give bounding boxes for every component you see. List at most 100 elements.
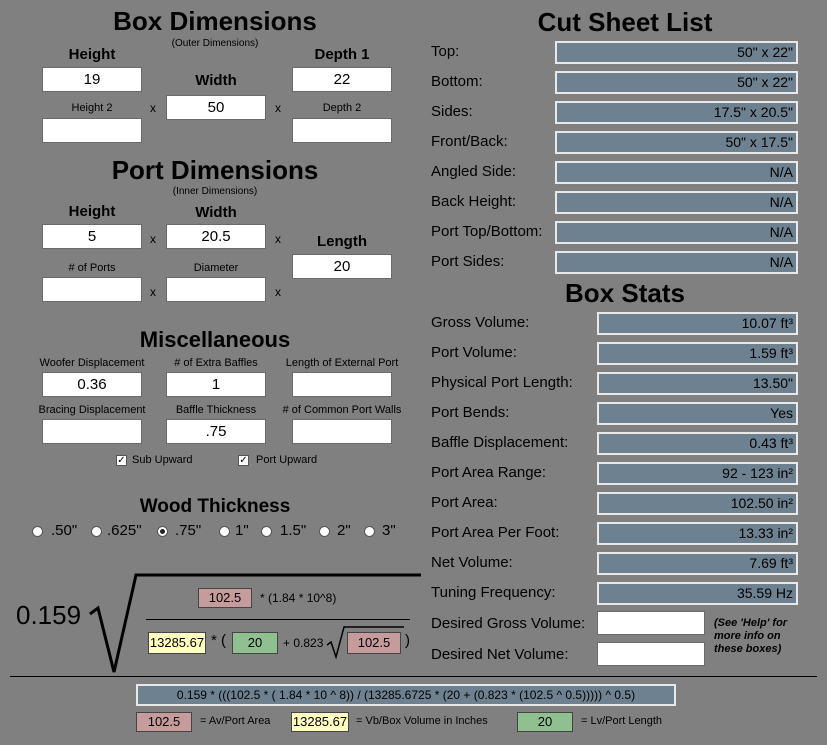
wood-radio-6[interactable] — [319, 526, 330, 537]
box-stats-row-label: Port Area: — [431, 494, 498, 511]
wood-radio-2[interactable] — [91, 526, 102, 537]
box-height2-input[interactable] — [42, 118, 142, 143]
legend-av-label: = Av/Port Area — [200, 715, 271, 727]
box-stats-row-label: Port Area Per Foot: — [431, 524, 560, 541]
box-width-label: Width — [195, 72, 237, 89]
desired-gross-input[interactable] — [597, 611, 705, 635]
cut-sheet-row-value: N/A — [555, 191, 798, 214]
legend-lv-label: = Lv/Port Length — [581, 715, 663, 727]
desired-net-input[interactable] — [597, 642, 705, 666]
port-length-input[interactable]: 20 — [292, 254, 392, 279]
legend-vb-box: 13285.67 — [291, 712, 349, 732]
formula-close-paren: ) — [405, 632, 410, 649]
box-height2-label: Height 2 — [71, 102, 113, 114]
port-diameter-label: Diameter — [193, 262, 239, 274]
external-port-label: Length of External Port — [285, 357, 399, 369]
box-stats-row-label: Physical Port Length: — [431, 374, 573, 391]
sub-upward-label: Sub Upward — [132, 454, 193, 466]
port-length-label: Length — [317, 233, 367, 250]
cut-sheet-row-label: Top: — [431, 43, 460, 60]
cut-sheet-row-value: 50" x 22" — [555, 41, 798, 64]
wood-radio-3[interactable] — [157, 526, 168, 537]
cut-sheet-row-value: N/A — [555, 161, 798, 184]
box-height-label: Height — [68, 46, 116, 63]
box-stats-row-value: 0.43 ft³ — [597, 432, 798, 455]
port-dimensions-subtitle: (Inner Dimensions) — [172, 186, 258, 197]
port-diameter-input[interactable] — [166, 277, 266, 302]
port-upward-checkbox[interactable]: ✓ — [238, 455, 249, 466]
wood-radio-5[interactable] — [261, 526, 272, 537]
wood-option-label-7: 3" — [382, 522, 396, 539]
port-x-1: x — [150, 232, 156, 246]
woofer-displacement-label: Woofer Displacement — [39, 357, 145, 369]
port-height-input[interactable]: 5 — [42, 224, 142, 249]
legend-lv-box: 20 — [517, 712, 573, 732]
wood-option-label-2: .625" — [107, 522, 142, 539]
box-stats-row-label: Port Volume: — [431, 344, 517, 361]
formula-vb-box: 13285.67 — [148, 632, 206, 654]
port-dimensions-title: Port Dimensions — [111, 155, 319, 185]
box-stats-row-label: Gross Volume: — [431, 314, 530, 331]
box-stats-row-label: Baffle Displacement: — [431, 434, 569, 451]
wood-option-label-3: .75" — [175, 522, 202, 539]
formula-fraction-line — [146, 619, 410, 620]
baffle-thickness-input[interactable]: .75 — [166, 419, 266, 444]
cut-sheet-row-label: Angled Side: — [431, 163, 517, 180]
common-port-walls-input[interactable] — [292, 419, 392, 444]
box-width-input[interactable]: 50 — [166, 95, 266, 120]
wood-radio-1[interactable] — [32, 526, 43, 537]
box-depth1-input[interactable]: 22 — [292, 67, 392, 92]
wood-thickness-options: .50" .625" .75" 1" 1.5" 2" 3" — [32, 522, 412, 542]
box-dimensions-title: Box Dimensions — [113, 6, 317, 36]
formula-star-paren: * ( — [211, 632, 226, 649]
box-x-1: x — [150, 101, 156, 115]
bracing-displacement-label: Bracing Displacement — [38, 404, 146, 416]
cut-sheet-title: Cut Sheet List — [537, 7, 713, 37]
box-stats-row-value: 13.50" — [597, 372, 798, 395]
common-port-walls-label: # of Common Port Walls — [282, 404, 402, 416]
box-height-input[interactable]: 19 — [42, 67, 142, 92]
wood-option-label-1: .50" — [51, 522, 78, 539]
port-width-input[interactable]: 20.5 — [166, 224, 266, 249]
cut-sheet-row-value: 50" x 22" — [555, 71, 798, 94]
formula-av2-box: 102.5 — [347, 632, 401, 654]
cut-sheet-row-value: N/A — [555, 221, 798, 244]
external-port-input[interactable] — [292, 372, 392, 397]
port-count-label: # of Ports — [68, 262, 116, 274]
cut-sheet-row-label: Sides: — [431, 103, 473, 120]
box-depth2-label: Depth 2 — [322, 102, 362, 114]
wood-option-label-4: 1" — [235, 522, 249, 539]
cut-sheet-row-label: Port Sides: — [431, 253, 505, 270]
wood-radio-4[interactable] — [219, 526, 230, 537]
box-x-2: x — [275, 101, 281, 115]
box-stats-row-value: 102.50 in² — [597, 492, 798, 515]
extra-baffles-input[interactable]: 1 — [166, 372, 266, 397]
wood-option-label-6: 2" — [337, 522, 351, 539]
cut-sheet-row-label: Front/Back: — [431, 133, 508, 150]
port-count-input[interactable] — [42, 277, 142, 302]
formula-numerator-text: * (1.84 * 10^8) — [260, 591, 337, 605]
port-width-label: Width — [195, 204, 237, 221]
woofer-displacement-input[interactable]: 0.36 — [42, 372, 142, 397]
box-depth2-input[interactable] — [292, 118, 392, 143]
baffle-thickness-label: Baffle Thickness — [175, 404, 257, 416]
cut-sheet-row-value: 17.5" x 20.5" — [555, 101, 798, 124]
box-stats-row-label: Port Area Range: — [431, 464, 547, 481]
legend-vb-label: = Vb/Box Volume in Inches — [356, 715, 488, 727]
formula-expression-box: 0.159 * (((102.5 * ( 1.84 * 10 ^ 8)) / (… — [136, 684, 676, 706]
port-upward-label: Port Upward — [256, 454, 318, 466]
box-stats-row-value: Yes — [597, 402, 798, 425]
box-stats-row-value: 35.59 Hz — [597, 582, 798, 605]
box-stats-row-value: 92 - 123 in² — [597, 462, 798, 485]
port-height-label: Height — [68, 203, 116, 220]
box-stats-title: Box Stats — [565, 278, 685, 308]
cut-sheet-row-label: Back Height: — [431, 193, 517, 210]
legend-av-box: 102.5 — [136, 712, 192, 732]
box-stats-row-value: 7.69 ft³ — [597, 552, 798, 575]
bracing-displacement-input[interactable] — [42, 419, 142, 444]
wood-radio-7[interactable] — [364, 526, 375, 537]
cut-sheet-row-value: N/A — [555, 251, 798, 274]
cut-sheet-row-label: Port Top/Bottom: — [431, 223, 543, 240]
formula-lv-box: 20 — [232, 632, 278, 654]
sub-upward-checkbox[interactable]: ✓ — [116, 455, 127, 466]
